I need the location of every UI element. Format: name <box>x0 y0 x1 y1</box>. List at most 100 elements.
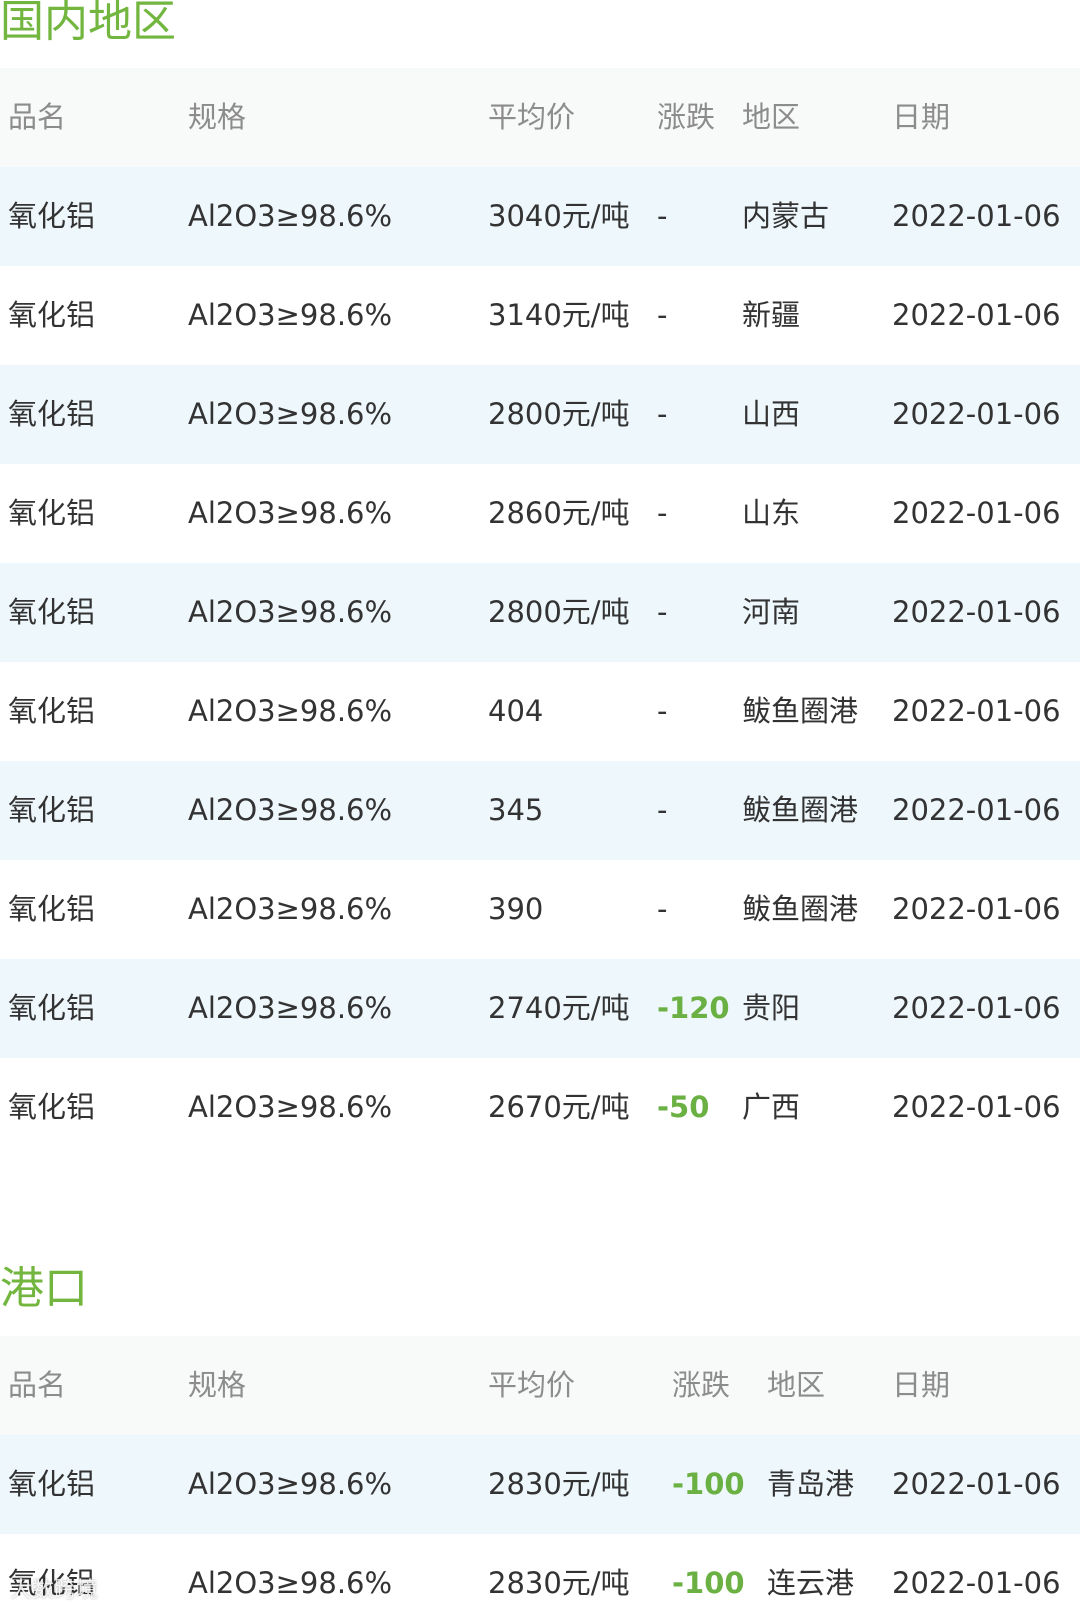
table-row: 氧化铝 Al2O3≥98.6% 2830元/吨 -100 青岛港 2022-01-06 <box>0 1435 1080 1534</box>
cell-price: 2740元/吨 <box>488 991 630 1025</box>
table-row: 氧化铝 Al2O3≥98.6% 3140元/吨 - 新疆 2022-01-06 <box>0 266 1080 365</box>
watermark: 大数跨境 <box>10 1578 99 1603</box>
cell-spec: Al2O3≥98.6% <box>188 397 393 431</box>
table-header-row: 品名 规格 平均价 涨跌 地区 日期 <box>0 1336 1080 1435</box>
header-price: 平均价 <box>488 100 576 134</box>
cell-price: 2800元/吨 <box>488 397 630 431</box>
cell-price: 345 <box>488 793 544 827</box>
cell-date: 2022-01-06 <box>892 694 1061 728</box>
table-row: 氧化铝 Al2O3≥98.6% 2740元/吨 -120 贵阳 2022-01-06 <box>0 959 1080 1058</box>
cell-spec: Al2O3≥98.6% <box>188 892 393 926</box>
header-spec: 规格 <box>188 100 247 134</box>
cell-price: 2830元/吨 <box>488 1467 630 1501</box>
cell-spec: Al2O3≥98.6% <box>188 199 393 233</box>
cell-price: 3040元/吨 <box>488 199 630 233</box>
price-page: 国内地区 品名 规格 平均价 涨跌 地区 日期 氧化铝 Al2O3≥98.6% 30… <box>0 0 1080 1607</box>
table-row: 氧化铝 Al2O3≥98.6% 3040元/吨 - 内蒙古 2022-01-06 <box>0 167 1080 266</box>
cell-change: - <box>657 397 668 431</box>
cell-name: 氧化铝 <box>8 1090 96 1124</box>
cell-date: 2022-01-06 <box>892 892 1061 926</box>
cell-region: 广西 <box>742 1090 801 1124</box>
cell-spec: Al2O3≥98.6% <box>188 595 393 629</box>
cell-spec: Al2O3≥98.6% <box>188 496 393 530</box>
cell-spec: Al2O3≥98.6% <box>188 793 393 827</box>
cell-change: - <box>657 892 668 926</box>
table-row: 氧化铝 Al2O3≥98.6% 2800元/吨 - 河南 2022-01-06 <box>0 563 1080 662</box>
cell-name: 氧化铝 <box>8 991 96 1025</box>
cell-name: 氧化铝 <box>8 397 96 431</box>
cell-name: 氧化铝 <box>8 199 96 233</box>
cell-date: 2022-01-06 <box>892 595 1061 629</box>
cell-date: 2022-01-06 <box>892 298 1061 332</box>
cell-change: -120 <box>657 991 730 1025</box>
cell-change: - <box>657 298 668 332</box>
cell-price: 3140元/吨 <box>488 298 630 332</box>
cell-change: -50 <box>657 1090 710 1124</box>
table-row: 氧化铝 Al2O3≥98.6% 2800元/吨 - 山西 2022-01-06 <box>0 365 1080 464</box>
cell-region: 内蒙古 <box>742 199 830 233</box>
cell-region: 连云港 <box>767 1566 855 1600</box>
cell-spec: Al2O3≥98.6% <box>188 298 393 332</box>
cell-change: - <box>657 595 668 629</box>
cell-price: 390 <box>488 892 544 926</box>
header-date: 日期 <box>892 1368 951 1402</box>
header-change: 涨跌 <box>657 100 716 134</box>
cell-price: 404 <box>488 694 544 728</box>
cell-region: 山西 <box>742 397 801 431</box>
cell-change: - <box>657 199 668 233</box>
table-row: 氧化铝 Al2O3≥98.6% 2860元/吨 - 山东 2022-01-06 <box>0 464 1080 563</box>
cell-region: 鲅鱼圈港 <box>742 793 859 827</box>
cell-spec: Al2O3≥98.6% <box>188 1090 393 1124</box>
cell-change: - <box>657 694 668 728</box>
cell-date: 2022-01-06 <box>892 1090 1061 1124</box>
header-price: 平均价 <box>488 1368 576 1402</box>
cell-name: 氧化铝 <box>8 595 96 629</box>
cell-date: 2022-01-06 <box>892 793 1061 827</box>
section-title-port: 港口 <box>0 1263 88 1314</box>
table-row: 氧化铝 Al2O3≥98.6% 390 - 鲅鱼圈港 2022-01-06 <box>0 860 1080 959</box>
price-table-port: 品名 规格 平均价 涨跌 地区 日期 氧化铝 Al2O3≥98.6% 2830元/吨… <box>0 1336 1080 1607</box>
cell-region: 新疆 <box>742 298 801 332</box>
cell-date: 2022-01-06 <box>892 199 1061 233</box>
cell-region: 山东 <box>742 496 801 530</box>
table-header-row: 品名 规格 平均价 涨跌 地区 日期 <box>0 68 1080 167</box>
cell-price: 2830元/吨 <box>488 1566 630 1600</box>
header-change: 涨跌 <box>672 1368 731 1402</box>
cell-region: 贵阳 <box>742 991 801 1025</box>
cell-spec: Al2O3≥98.6% <box>188 694 393 728</box>
cell-spec: Al2O3≥98.6% <box>188 1566 393 1600</box>
cell-price: 2670元/吨 <box>488 1090 630 1124</box>
cell-region: 河南 <box>742 595 801 629</box>
section-title-domestic: 国内地区 <box>0 0 176 47</box>
cell-date: 2022-01-06 <box>892 991 1061 1025</box>
cell-region: 鲅鱼圈港 <box>742 694 859 728</box>
cell-name: 氧化铝 <box>8 694 96 728</box>
table-row: 氧化铝 Al2O3≥98.6% 404 - 鲅鱼圈港 2022-01-06 <box>0 662 1080 761</box>
cell-spec: Al2O3≥98.6% <box>188 1467 393 1501</box>
table-body-domestic: 氧化铝 Al2O3≥98.6% 3040元/吨 - 内蒙古 2022-01-06 氧化铝 Al… <box>0 167 1080 1157</box>
cell-date: 2022-01-06 <box>892 1467 1061 1501</box>
cell-region: 鲅鱼圈港 <box>742 892 859 926</box>
cell-date: 2022-01-06 <box>892 1566 1061 1600</box>
header-region: 地区 <box>767 1368 826 1402</box>
header-date: 日期 <box>892 100 951 134</box>
cell-name: 氧化铝 <box>8 793 96 827</box>
header-region: 地区 <box>742 100 801 134</box>
cell-change: -100 <box>672 1566 745 1600</box>
cell-date: 2022-01-06 <box>892 397 1061 431</box>
cell-name: 氧化铝 <box>8 1467 96 1501</box>
table-body-port: 氧化铝 Al2O3≥98.6% 2830元/吨 -100 青岛港 2022-01-06 氧化… <box>0 1435 1080 1607</box>
cell-change: - <box>657 793 668 827</box>
cell-spec: Al2O3≥98.6% <box>188 991 393 1025</box>
header-name: 品名 <box>8 100 67 134</box>
table-row: 氧化铝 Al2O3≥98.6% 345 - 鲅鱼圈港 2022-01-06 <box>0 761 1080 860</box>
cell-change: -100 <box>672 1467 745 1501</box>
cell-date: 2022-01-06 <box>892 496 1061 530</box>
cell-region: 青岛港 <box>767 1467 855 1501</box>
cell-name: 氧化铝 <box>8 892 96 926</box>
header-name: 品名 <box>8 1368 67 1402</box>
price-table-domestic: 品名 规格 平均价 涨跌 地区 日期 氧化铝 Al2O3≥98.6% 3040元/吨… <box>0 68 1080 1157</box>
cell-price: 2800元/吨 <box>488 595 630 629</box>
table-row: 氧化铝 Al2O3≥98.6% 2830元/吨 -100 连云港 2022-01-06 <box>0 1534 1080 1607</box>
cell-name: 氧化铝 <box>8 496 96 530</box>
